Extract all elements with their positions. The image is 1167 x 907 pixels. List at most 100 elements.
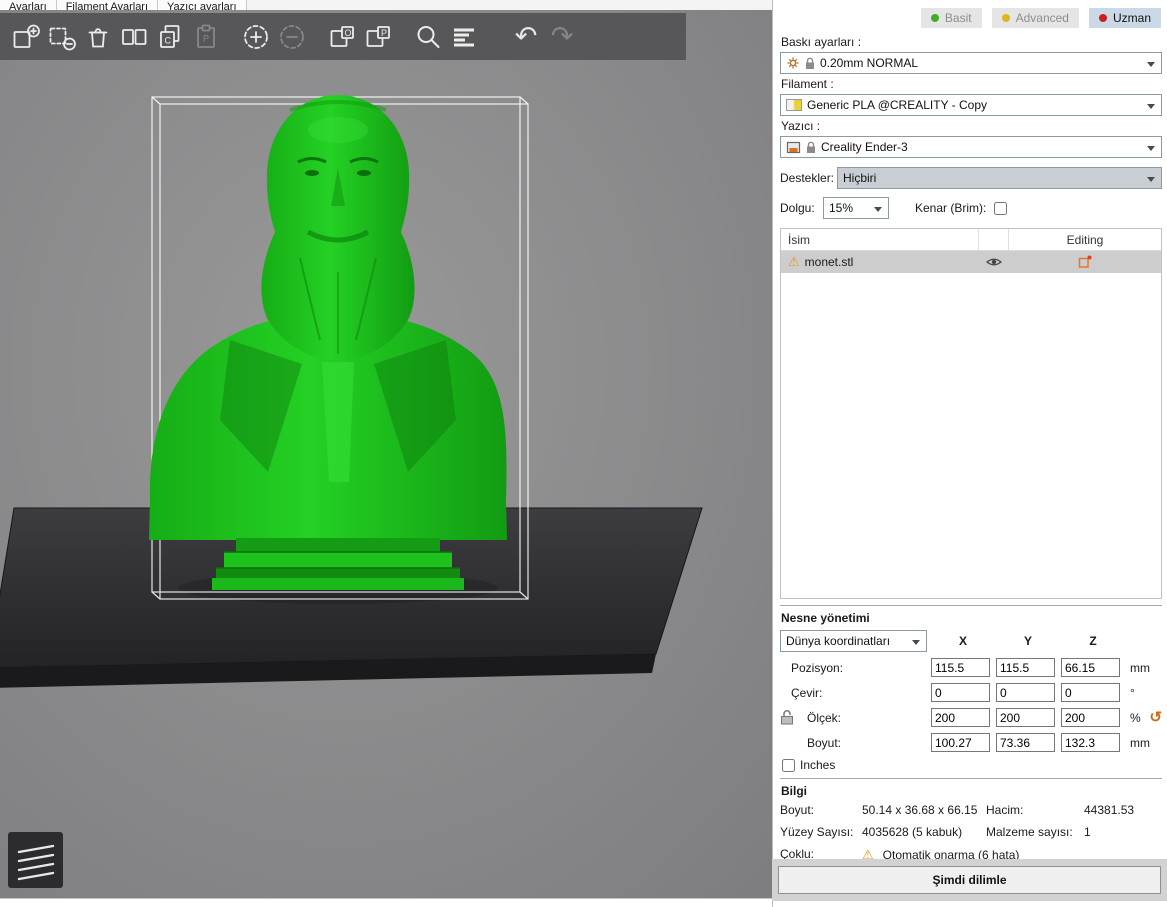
reset-scale-icon[interactable]: ↺ — [1149, 710, 1162, 725]
viewport-3d[interactable]: C P O P ↶ ↷ — [0, 10, 772, 899]
supports-row: Destekler: Hiçbiri — [780, 167, 1162, 189]
infill-combobox[interactable]: 15% — [823, 197, 889, 219]
remove-object-button[interactable] — [44, 17, 80, 57]
column-header-visibility[interactable] — [979, 229, 1009, 250]
variable-layer-height-button[interactable] — [446, 17, 482, 57]
split-to-objects-icon: O — [330, 25, 354, 47]
eye-icon — [986, 258, 1002, 266]
scale-y-input[interactable] — [996, 708, 1055, 727]
object-row-monet[interactable]: ⚠ monet.stl — [781, 251, 1161, 273]
infill-value: 15% — [829, 201, 854, 215]
column-header-name[interactable]: İsim — [781, 229, 979, 250]
layers-view-button[interactable] — [8, 832, 63, 888]
brim-checkbox[interactable] — [994, 201, 1008, 215]
remove-object-icon — [49, 27, 76, 50]
tab-print-settings[interactable]: Ayarları — [0, 0, 57, 10]
filament-label: Filament : — [781, 77, 834, 91]
expert-mode-dot-icon — [1098, 14, 1107, 22]
rotate-label: Çevir: — [791, 685, 823, 700]
panel-footer: Şimdi dilimle — [772, 859, 1167, 901]
add-object-button[interactable] — [8, 17, 44, 57]
info-volume-value: 44381.53 — [1084, 803, 1135, 817]
scale-x-input[interactable] — [931, 708, 990, 727]
arrange-icon — [122, 28, 147, 45]
add-object-icon — [13, 24, 40, 48]
position-x-input[interactable] — [931, 658, 990, 677]
chevron-down-icon — [1147, 177, 1155, 182]
tab-printer-settings[interactable]: Yazıcı ayarları — [158, 0, 247, 10]
mode-expert-button[interactable]: Uzman — [1088, 8, 1161, 28]
printer-combobox[interactable]: Creality Ender-3 — [780, 136, 1162, 158]
print-settings-combobox[interactable]: 0.20mm NORMAL — [780, 52, 1162, 74]
scale-label: Ölçek: — [807, 710, 842, 725]
size-label: Boyut: — [807, 735, 842, 750]
redo-button[interactable]: ↷ — [544, 17, 580, 57]
print-settings-value: 0.20mm NORMAL — [820, 56, 919, 70]
layers-stack-icon — [17, 844, 54, 881]
chevron-down-icon — [1147, 62, 1155, 67]
filament-color-swatch-icon — [786, 99, 802, 111]
inches-label: Inches — [800, 758, 836, 772]
mode-advanced-button[interactable]: Advanced — [991, 8, 1079, 28]
rotate-z-input[interactable] — [1061, 683, 1120, 702]
position-z-input[interactable] — [1061, 658, 1120, 677]
size-z-input[interactable] — [1061, 733, 1120, 752]
editing-cell[interactable] — [1009, 251, 1161, 273]
object-manipulation-section: Nesne yönetimi Dünya koordinatları X Y Z… — [780, 605, 1162, 772]
main-toolbar: C P O P ↶ ↷ — [0, 13, 686, 60]
filament-value: Generic PLA @CREALITY - Copy — [807, 98, 988, 112]
paste-icon: P — [197, 24, 215, 48]
printer-icon — [786, 141, 801, 153]
chevron-down-icon — [1147, 146, 1155, 151]
rotate-x-input[interactable] — [931, 683, 990, 702]
search-button[interactable] — [410, 17, 446, 57]
size-x-input[interactable] — [931, 733, 990, 752]
info-facets-label: Yüzey Sayısı: — [780, 825, 854, 839]
svg-text:P: P — [203, 33, 209, 43]
coordinate-system-value: Dünya koordinatları — [786, 634, 891, 648]
copy-button[interactable]: C — [152, 17, 188, 57]
delete-all-button[interactable] — [80, 17, 116, 57]
mode-expert-label: Uzman — [1112, 11, 1151, 25]
coordinate-system-combobox[interactable]: Dünya koordinatları — [780, 630, 927, 652]
scene-canvas[interactable] — [0, 10, 772, 899]
mode-simple-button[interactable]: Basit — [920, 8, 982, 28]
info-volume-label: Hacim: — [986, 803, 1024, 817]
inches-checkbox[interactable] — [782, 758, 795, 772]
filament-combobox[interactable]: Generic PLA @CREALITY - Copy — [780, 94, 1162, 116]
remove-instance-icon — [280, 24, 304, 49]
manipulation-title: Nesne yönetimi — [781, 611, 870, 625]
split-to-objects-button[interactable]: O — [324, 17, 360, 57]
tab-filament-settings[interactable]: Filament Ayarları — [56, 0, 159, 10]
position-y-input[interactable] — [996, 658, 1055, 677]
slice-now-button[interactable]: Şimdi dilimle — [778, 866, 1161, 894]
paste-button[interactable]: P — [188, 17, 224, 57]
object-list: İsim Editing ⚠ monet.stl — [780, 228, 1162, 599]
column-header-editing[interactable]: Editing — [1009, 229, 1161, 250]
inches-row: Inches — [782, 758, 1162, 772]
info-grid: Boyut: 50.14 x 36.68 x 66.15 Hacim: 4438… — [780, 803, 1162, 863]
info-size-value: 50.14 x 36.68 x 66.15 — [862, 803, 978, 817]
rotate-y-input[interactable] — [996, 683, 1055, 702]
printer-label: Yazıcı : — [781, 119, 821, 133]
size-y-input[interactable] — [996, 733, 1055, 752]
info-title: Bilgi — [781, 784, 807, 798]
supports-combobox[interactable]: Hiçbiri — [837, 167, 1162, 189]
settings-sidebar: Basit Advanced Uzman Baskı ayarları : 0.… — [772, 0, 1167, 907]
advanced-mode-dot-icon — [1001, 14, 1010, 22]
split-to-parts-button[interactable]: P — [360, 17, 396, 57]
rotate-unit: ° — [1130, 685, 1135, 700]
infill-brim-row: Dolgu: 15% Kenar (Brim): — [780, 197, 1162, 219]
scale-lock-icon[interactable] — [780, 709, 794, 725]
svg-text:O: O — [345, 28, 352, 38]
undo-button[interactable]: ↶ — [508, 17, 544, 57]
remove-instance-button[interactable] — [274, 17, 310, 57]
delete-all-trash-icon — [88, 27, 108, 47]
arrange-button[interactable] — [116, 17, 152, 57]
scale-z-input[interactable] — [1061, 708, 1120, 727]
svg-text:C: C — [165, 35, 172, 45]
copy-icon: C — [160, 24, 180, 48]
lock-icon — [806, 57, 814, 69]
visibility-toggle[interactable] — [979, 251, 1009, 273]
add-instance-button[interactable] — [238, 17, 274, 57]
